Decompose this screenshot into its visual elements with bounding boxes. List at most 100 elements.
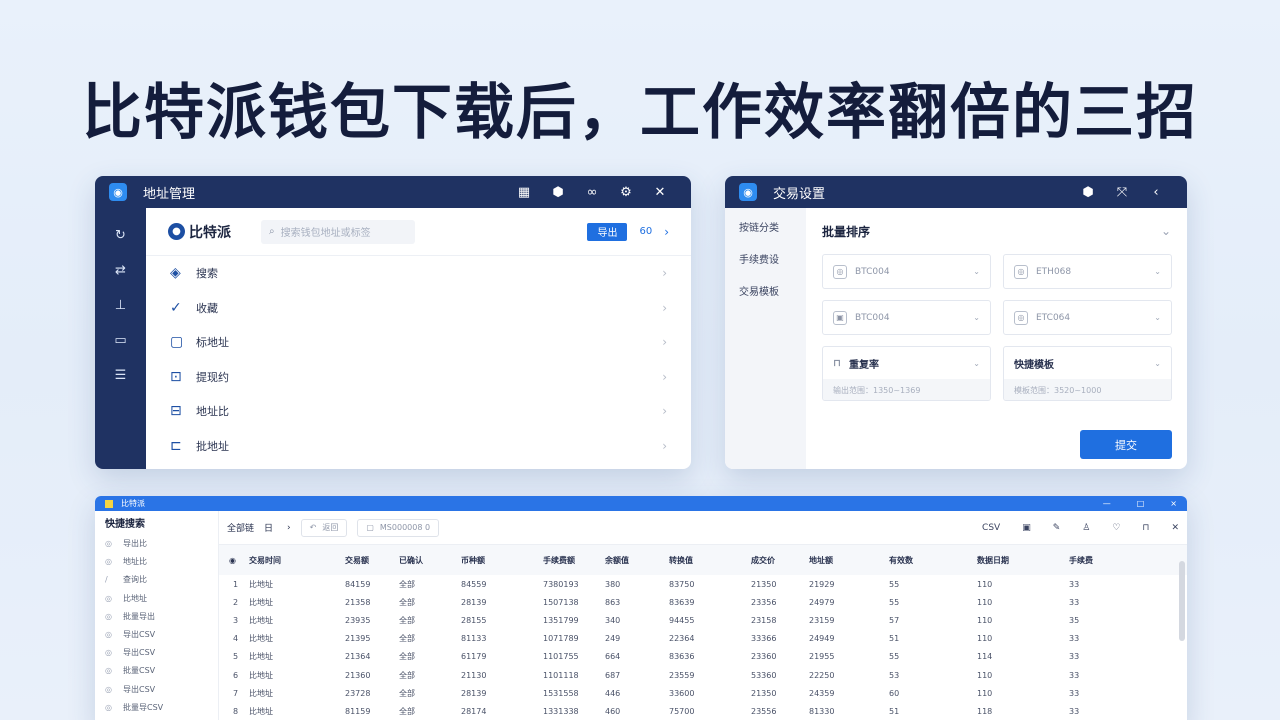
csv-export-button[interactable]: CSV xyxy=(982,523,1000,533)
grid-icon[interactable]: ▦ xyxy=(507,185,541,200)
column-header[interactable]: 有效数 xyxy=(889,545,977,575)
coin-select[interactable]: ◎ BTC004 ⌄ xyxy=(822,254,991,289)
sidebar-item[interactable]: / 查询比 xyxy=(95,571,218,589)
search-input[interactable]: ⌕ 搜索钱包地址或标签 xyxy=(261,219,415,244)
table-cell: 全部 xyxy=(399,706,415,716)
chain-filter-label[interactable]: 全部链 xyxy=(227,521,254,534)
table-cell: 33 xyxy=(1069,670,1080,680)
export-button[interactable]: 导出 xyxy=(587,222,628,241)
sidebar-item[interactable]: ◎ 导出比 xyxy=(95,535,218,553)
close-icon[interactable]: ✕ xyxy=(643,185,677,200)
column-header[interactable]: 交易额 xyxy=(345,545,399,575)
sidebar-item[interactable]: ◎ 批量导CSV xyxy=(95,699,218,717)
refresh-icon[interactable]: ↻ xyxy=(115,218,126,253)
user-icon[interactable]: ♙ xyxy=(1082,523,1090,533)
minimize-button[interactable]: — xyxy=(1103,499,1111,508)
table-cell: 249 xyxy=(605,634,621,644)
shield-icon[interactable]: ⬢ xyxy=(541,185,575,200)
field-hint: 输出范围：1350~1369 xyxy=(823,379,990,400)
column-header[interactable]: 转换值 xyxy=(669,545,751,575)
table-cell: 110 xyxy=(977,579,993,589)
chevron-right-icon: › xyxy=(662,335,667,350)
list-item[interactable]: ◈ 搜索 › xyxy=(146,256,691,291)
table-row[interactable]: 6 比地址 21360 全部 21130 1101118 687 23559 53360 2225… xyxy=(219,666,1187,684)
list-item[interactable]: ✓ 收藏 › xyxy=(146,291,691,326)
chevron-right-icon[interactable]: › xyxy=(664,225,669,239)
column-header[interactable]: 已确认 xyxy=(399,545,461,575)
check-icon: ✓ xyxy=(170,299,182,316)
coin-select[interactable]: ▣ BTC004 ⌄ xyxy=(822,300,991,335)
section-title: 批量排序 xyxy=(822,224,871,239)
maximize-button[interactable]: □ xyxy=(1137,499,1145,508)
tool-icon[interactable]: ⊥ xyxy=(115,288,126,323)
shuffle-icon[interactable]: ⇄ xyxy=(115,253,126,288)
filter-chip[interactable]: ▢ MS000008 0 xyxy=(357,518,440,537)
column-header[interactable]: 数据日期 xyxy=(977,545,1069,575)
sidebar-item[interactable]: 手续费设 xyxy=(725,250,806,282)
lock-icon[interactable]: ⊓ xyxy=(1142,523,1149,533)
shield-icon[interactable]: ⬢ xyxy=(1071,185,1105,200)
column-header[interactable]: 币种额 xyxy=(461,545,543,575)
table-titlebar: 比特派 — □ × xyxy=(95,496,1187,511)
table-row[interactable]: 3 比地址 23935 全部 28155 1351799 340 94455 23158 2315… xyxy=(219,611,1187,629)
coin-select[interactable]: ◎ ETH068 ⌄ xyxy=(1003,254,1172,289)
back-icon[interactable]: ‹ xyxy=(1139,185,1173,200)
column-header[interactable]: 地址额 xyxy=(809,545,889,575)
back-button[interactable]: ↶ 返回 xyxy=(300,518,348,537)
calendar-tag[interactable]: 日 xyxy=(264,521,273,534)
column-header[interactable]: 成交价 xyxy=(751,545,809,575)
sidebar-item[interactable]: ◎ 比地址 xyxy=(95,590,218,608)
table-cell: 24979 xyxy=(809,597,835,607)
chevron-right-icon[interactable]: › xyxy=(287,523,291,533)
list-item[interactable]: ▢ 标地址 › xyxy=(146,325,691,360)
sidebar-item[interactable]: ◎ 导出CSV xyxy=(95,644,218,662)
list-item[interactable]: ⊏ 批地址 › xyxy=(146,429,691,464)
column-header[interactable]: 手续费 xyxy=(1069,545,1187,575)
table-row[interactable]: 5 比地址 21364 全部 61179 1101755 664 83636 23360 2195… xyxy=(219,648,1187,666)
table-cell: 24949 xyxy=(809,634,835,644)
column-header[interactable]: 交易时间 xyxy=(249,545,345,575)
table-row[interactable]: 7 比地址 23728 全部 28139 1531558 446 33600 21350 2435… xyxy=(219,684,1187,702)
table-row[interactable]: 8 比地址 81159 全部 28174 1331338 460 75700 23556 8133… xyxy=(219,702,1187,720)
item-icon: / xyxy=(105,575,108,585)
table-cell: 21350 xyxy=(751,579,777,589)
sidebar-item[interactable]: 交易模板 xyxy=(725,282,806,314)
table-cell: 21929 xyxy=(809,579,835,589)
table-row[interactable]: 1 比地址 84159 全部 84559 7380193 380 83750 21350 2192… xyxy=(219,575,1187,593)
link-icon[interactable]: ∞ xyxy=(575,185,609,200)
column-header[interactable]: 手续费额 xyxy=(543,545,605,575)
list-icon[interactable]: ☰ xyxy=(115,358,127,393)
sidebar-item[interactable]: ◎ 地址比 xyxy=(95,553,218,571)
column-header[interactable]: 余额值 xyxy=(605,545,669,575)
coin-select[interactable]: ◎ ETC064 ⌄ xyxy=(1003,300,1172,335)
window-title: 地址管理 xyxy=(143,186,196,202)
select-all-icon[interactable]: ◉ xyxy=(219,545,249,575)
section-header[interactable]: 批量排序 ⌄ xyxy=(822,208,1171,254)
settings-icon[interactable]: ⚙ xyxy=(609,185,643,200)
template-field[interactable]: 快捷模板 ⌄ 模板范围：3520~1000 xyxy=(1003,346,1172,401)
table-row[interactable]: 4 比地址 21395 全部 81133 1071789 249 22364 33366 2494… xyxy=(219,630,1187,648)
table-cell: 23935 xyxy=(345,615,371,625)
table-cell: 83636 xyxy=(669,652,695,662)
sidebar-item[interactable]: ◎ 导出CSV xyxy=(95,626,218,644)
table-row[interactable]: 2 比地址 21358 全部 28139 1507138 863 83639 23356 2497… xyxy=(219,593,1187,611)
repeat-rate-field[interactable]: ⊓ 重复率 ⌄ 输出范围：1350~1369 xyxy=(822,346,991,401)
sidebar-item[interactable]: ◎ 批量导出 xyxy=(95,608,218,626)
edit-icon[interactable]: ✎ xyxy=(1053,523,1061,533)
close-icon[interactable]: ✕ xyxy=(1171,523,1179,533)
close-button[interactable]: × xyxy=(1170,499,1177,508)
save-icon[interactable]: ▣ xyxy=(1022,523,1031,533)
card-icon[interactable]: ▭ xyxy=(114,323,126,358)
list-item[interactable]: ⊟ 地址比 › xyxy=(146,394,691,429)
counter-link[interactable]: 60 xyxy=(639,226,652,237)
sidebar-item[interactable]: 按链分类 xyxy=(725,218,806,250)
submit-button[interactable]: 提交 xyxy=(1080,430,1172,459)
table-cell: 22364 xyxy=(669,634,695,644)
sidebar-item[interactable]: ◎ 批量CSV xyxy=(95,662,218,680)
chevron-right-icon: › xyxy=(662,369,667,384)
expand-icon[interactable]: ⤧ xyxy=(1105,185,1139,200)
heart-icon[interactable]: ♡ xyxy=(1112,523,1120,533)
table-scrollbar[interactable] xyxy=(1179,561,1185,641)
sidebar-item[interactable]: ◎ 导出CSV xyxy=(95,681,218,699)
list-item[interactable]: ⊡ 提现约 › xyxy=(146,360,691,395)
